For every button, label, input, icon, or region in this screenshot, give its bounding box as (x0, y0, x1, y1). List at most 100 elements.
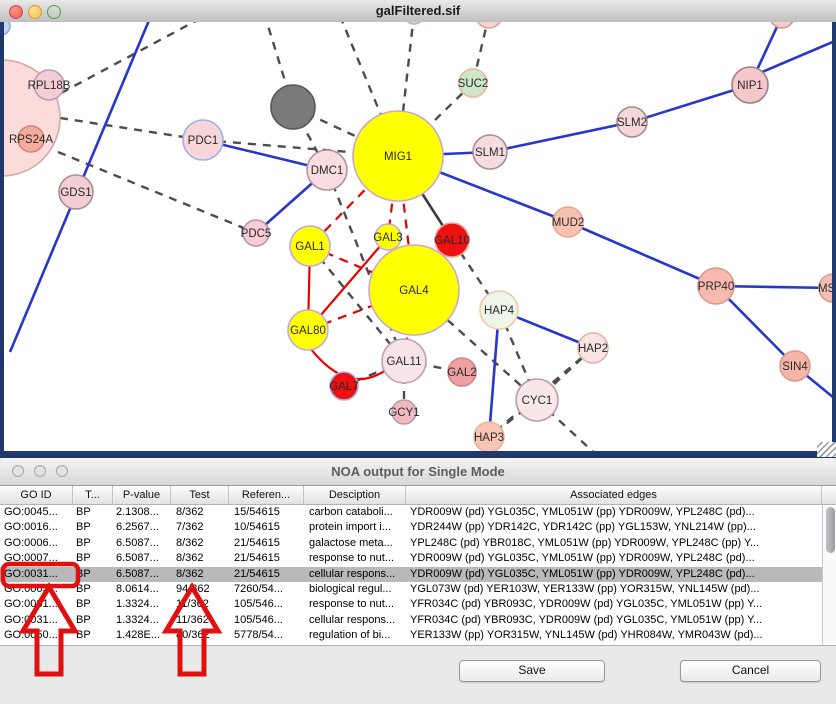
table-cell: biological regul... (309, 582, 404, 597)
table-cell: BP (76, 597, 110, 612)
table-row[interactable]: GO:0045... BP 2.1308... 8/362 15/54615 carbon… (0, 505, 822, 520)
table-cell: GO:0031... (4, 613, 70, 628)
cancel-button[interactable]: Cancel (680, 660, 821, 682)
node-TOPPINK1[interactable] (476, 22, 502, 28)
node-label-SLM2: SLM2 (617, 117, 647, 129)
table-header[interactable]: GO IDT...P-valueTestReferen...Desciption… (0, 486, 836, 505)
node-label-PDC5: PDC5 (241, 228, 272, 240)
table-cell: 21/54615 (234, 536, 302, 551)
node-label-GAL11: GAL11 (387, 356, 422, 368)
node-label-GAL3: GAL3 (373, 232, 402, 244)
table-row[interactable]: GO:0031...BP1.3324...11/362105/546...res… (0, 597, 822, 612)
node-label-GCY1: GCY1 (388, 407, 419, 419)
column-header-p-value[interactable]: P-value (113, 486, 171, 504)
column-header-test[interactable]: Test (171, 486, 229, 504)
table-cell: response to nut... (309, 551, 404, 566)
vertical-scrollbar[interactable] (822, 505, 836, 645)
edge-off-off[interactable] (762, 38, 836, 72)
table-cell: 15/54615 (234, 505, 302, 520)
node-label-NIP1: NIP1 (737, 80, 763, 92)
table-row[interactable]: GO:0007...BP6.5087...8/36221/54615respon… (0, 551, 822, 566)
table-cell: 11/362 (176, 597, 226, 612)
column-header-referen-[interactable]: Referen... (229, 486, 304, 504)
resize-grip-icon[interactable] (817, 442, 836, 457)
noa-footer: Save Cancel (0, 645, 836, 704)
table-cell: 6.5087... (116, 551, 168, 566)
table-row[interactable]: GO:0016...BP6.2567...7/36210/54615protei… (0, 520, 822, 535)
table-cell: YDR244W (pp) YDR142C, YDR142C (pp) YGL15… (410, 520, 820, 535)
noa-window-titlebar[interactable]: NOA output for Single Mode (0, 458, 836, 486)
canvas-border-bottom (0, 451, 836, 458)
table-cell: BP (76, 582, 110, 597)
table-cell: regulation of bi... (309, 628, 404, 643)
edge-off-PDC1[interactable] (60, 118, 203, 140)
table-cell: YFR034C (pd) YBR093C, YDR009W (pd) YGL03… (410, 613, 820, 628)
table-cell: GO:0031... (4, 567, 70, 582)
node-label-SIN4: SIN4 (782, 361, 808, 373)
edge-SLM1-SLM2[interactable] (490, 122, 632, 152)
node-label-GAL80: GAL80 (290, 325, 326, 337)
table-row[interactable]: GO:0006...BP6.5087...8/36221/54615galact… (0, 536, 822, 551)
node-label-HAP2: HAP2 (578, 343, 608, 355)
network-window-titlebar[interactable]: galFiltered.sif (0, 0, 836, 23)
column-header-associated-edges[interactable]: Associated edges (406, 486, 822, 504)
table-cell: BP (76, 536, 110, 551)
node-label-HAP4: HAP4 (484, 305, 515, 317)
canvas-border-right (832, 22, 836, 458)
column-header-go-id[interactable]: GO ID (0, 486, 73, 504)
table-row[interactable]: GO:0065...BP8.0614...94/3627260/54...bio… (0, 582, 822, 597)
network-canvas[interactable]: RPL18BRPS24AGDS1PDC1PDC5DMC1MIG1SLM1SUC2… (0, 22, 836, 452)
table-cell: 105/546... (234, 613, 302, 628)
node-label-GAL4: GAL4 (399, 285, 429, 297)
node-label-RPL18B: RPL18B (28, 80, 71, 92)
table-cell: 10/54615 (234, 520, 302, 535)
column-header-t-[interactable]: T... (73, 486, 113, 504)
table-cell: GO:0016... (4, 520, 70, 535)
column-header-desciption[interactable]: Desciption (304, 486, 406, 504)
edge-MUD2-PRP40[interactable] (568, 222, 716, 286)
table-row[interactable]: GO:0031...BP1.3324...11/362105/546...cel… (0, 613, 822, 628)
table-row[interactable]: GO:0031...BP6.5087...8/36221/54615cellul… (0, 567, 822, 582)
table-cell: 80/362 (176, 628, 226, 643)
table-cell: 6.2567... (116, 520, 168, 535)
table-cell: GO:0031... (4, 597, 70, 612)
table-cell: YGL073W (pd) YER103W, YER133W (pp) YOR31… (410, 582, 820, 597)
node-label-MUD2: MUD2 (552, 217, 585, 229)
table-cell: GO:0006... (4, 536, 70, 551)
table-cell: BP (76, 505, 110, 520)
table-cell: 1.3324... (116, 613, 168, 628)
edge-off-off[interactable] (48, 22, 205, 100)
table-cell: 1.3324... (116, 597, 168, 612)
node-label-RPS24A: RPS24A (9, 134, 53, 146)
screen: galFiltered.sif RPL18BRPS24AGDS1PDC1PDC5… (0, 0, 836, 704)
table-row[interactable]: GO:0050...BP1.428E...80/3625778/54...reg… (0, 628, 822, 643)
table-cell: 1.428E... (116, 628, 168, 643)
scrollbar-thumb[interactable] (826, 507, 835, 553)
table-cell: 94/362 (176, 582, 226, 597)
table-cell: GO:0065... (4, 582, 70, 597)
table-cell: 21/54615 (234, 551, 302, 566)
table-cell: BP (76, 567, 110, 582)
table-cell: 7260/54... (234, 582, 302, 597)
table-cell: YDR009W (pd) YGL035C, YML051W (pp) YDR00… (410, 505, 820, 520)
node-label-HAP3: HAP3 (474, 432, 504, 444)
node-GRAY1[interactable] (271, 85, 315, 129)
node-label-GAL2: GAL2 (447, 367, 476, 379)
table-cell: 8/362 (176, 505, 226, 520)
node-TOPPINK2[interactable] (770, 22, 794, 28)
node-TOPGREEN[interactable] (404, 22, 424, 24)
table-cell: GO:0007... (4, 551, 70, 566)
table-cell: 8/362 (176, 536, 226, 551)
table-cell: 21/54615 (234, 567, 302, 582)
table-cell: YFR034C (pd) YBR093C, YDR009W (pd) YGL03… (410, 597, 820, 612)
table-cell: 8/362 (176, 551, 226, 566)
table-cell: carbon cataboli... (309, 505, 404, 520)
table-cell: response to nut... (309, 597, 404, 612)
table-cell: GO:0045... (4, 505, 70, 520)
node-label-DMC1: DMC1 (311, 165, 344, 177)
table-cell: 2.1308... (116, 505, 168, 520)
table-cell: cellular respons... (309, 613, 404, 628)
save-button[interactable]: Save (459, 660, 605, 682)
node-label-MIG1: MIG1 (384, 151, 412, 163)
network-window-title: galFiltered.sif (0, 0, 836, 22)
